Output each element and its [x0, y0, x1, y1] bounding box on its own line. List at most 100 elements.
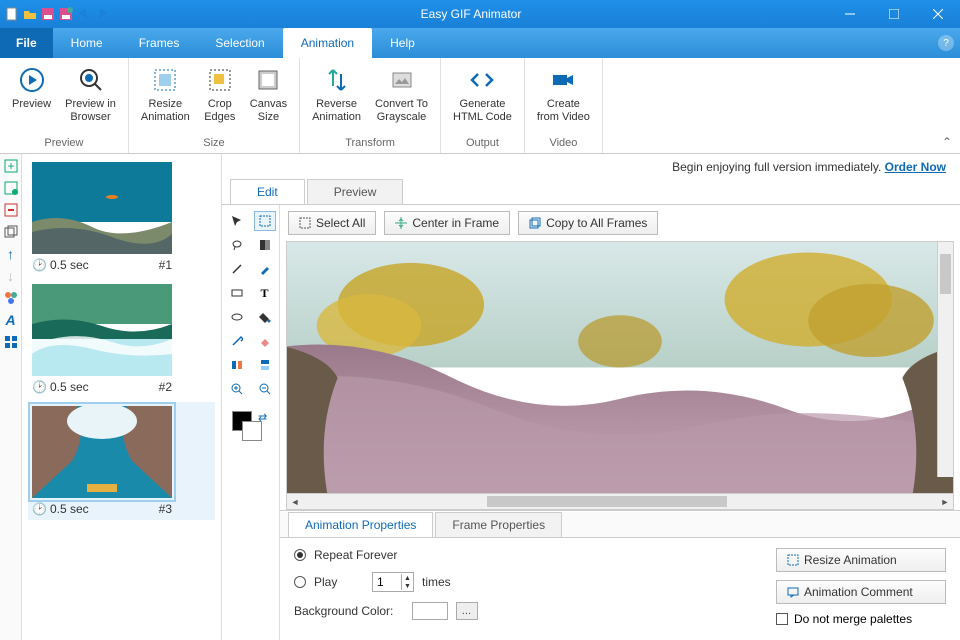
pointer-tool-icon[interactable] [226, 211, 248, 231]
crop-edges-button[interactable]: Crop Edges [200, 62, 240, 135]
new-icon[interactable] [4, 6, 20, 22]
tab-help[interactable]: Help [372, 28, 433, 58]
bg-color-swatch[interactable] [412, 602, 448, 620]
lasso-tool-icon[interactable] [226, 235, 248, 255]
text-tool-icon[interactable]: T [254, 283, 276, 303]
tool-palette: T ⇄ [222, 205, 280, 640]
grayscale-button[interactable]: Convert To Grayscale [371, 62, 432, 135]
text-icon[interactable]: A [3, 312, 19, 328]
tab-selection[interactable]: Selection [197, 28, 282, 58]
collapse-ribbon-icon[interactable]: ⌃ [942, 135, 952, 149]
eyedropper-tool-icon[interactable] [226, 331, 248, 351]
minimize-button[interactable] [828, 0, 872, 28]
main-area: + ↑ ↓ A 🕑0.5 sec#1 🕑0.5 sec#2 🕑0.5 sec#3… [0, 154, 960, 640]
maximize-button[interactable] [872, 0, 916, 28]
scroll-right-icon[interactable]: ► [937, 494, 953, 509]
add-frame-icon[interactable] [3, 180, 19, 196]
zoom-out-icon[interactable] [254, 379, 276, 399]
window-title: Easy GIF Animator [114, 7, 828, 21]
play-icon [16, 64, 48, 96]
magnify-globe-icon [75, 64, 107, 96]
grid-icon[interactable] [3, 334, 19, 350]
canvas-icon [252, 64, 284, 96]
titlebar: Easy GIF Animator [0, 0, 960, 28]
order-now-link[interactable]: Order Now [885, 160, 946, 174]
svg-text:+: + [7, 159, 14, 173]
copy-all-frames-button[interactable]: Copy to All Frames [518, 211, 658, 235]
line-tool-icon[interactable] [226, 259, 248, 279]
video-icon [547, 64, 579, 96]
redo-icon[interactable] [94, 6, 110, 22]
preview-browser-button[interactable]: Preview in Browser [61, 62, 120, 135]
background-swatch[interactable] [242, 421, 262, 441]
scroll-left-icon[interactable]: ◄ [287, 494, 303, 509]
tab-frames[interactable]: Frames [121, 28, 198, 58]
undo-icon[interactable] [76, 6, 92, 22]
resize-animation-side-button[interactable]: Resize Animation [776, 548, 946, 572]
flip-h-icon[interactable] [226, 355, 248, 375]
ribbon-tabs: File Home Frames Selection Animation Hel… [0, 28, 960, 58]
eraser-tool-icon[interactable] [254, 331, 276, 351]
reverse-icon [321, 64, 353, 96]
horizontal-scrollbar[interactable]: ◄ ► [286, 494, 954, 510]
insert-frame-icon[interactable]: + [3, 158, 19, 174]
spin-down-icon[interactable]: ▼ [401, 582, 413, 590]
resize-icon [149, 64, 181, 96]
close-button[interactable] [916, 0, 960, 28]
tab-file[interactable]: File [0, 28, 53, 58]
effects-icon[interactable] [3, 290, 19, 306]
repeat-forever-radio[interactable] [294, 549, 306, 561]
marquee-tool-icon[interactable] [254, 211, 276, 231]
tab-frame-properties[interactable]: Frame Properties [435, 512, 562, 537]
ellipse-tool-icon[interactable] [226, 307, 248, 327]
frames-panel: 🕑0.5 sec#1 🕑0.5 sec#2 🕑0.5 sec#3 [22, 154, 222, 640]
properties-panel: Animation Properties Frame Properties Re… [280, 510, 960, 640]
move-up-icon[interactable]: ↑ [3, 246, 19, 262]
rect-tool-icon[interactable] [226, 283, 248, 303]
editor-tabs: Edit Preview [222, 179, 960, 205]
quick-access-toolbar [0, 6, 114, 22]
wand-tool-icon[interactable] [254, 235, 276, 255]
center-frame-button[interactable]: Center in Frame [384, 211, 510, 235]
brush-tool-icon[interactable] [254, 259, 276, 279]
canvas[interactable] [286, 241, 954, 494]
clock-icon: 🕑 [32, 380, 47, 394]
fill-tool-icon[interactable] [254, 307, 276, 327]
html-icon [466, 64, 498, 96]
swap-colors-icon[interactable]: ⇄ [258, 411, 267, 424]
clock-icon: 🕑 [32, 258, 47, 272]
frame-thumb[interactable]: 🕑0.5 sec#3 [28, 402, 215, 520]
tab-home[interactable]: Home [53, 28, 121, 58]
open-icon[interactable] [22, 6, 38, 22]
tab-edit[interactable]: Edit [230, 179, 305, 204]
editor-area: Begin enjoying full version immediately.… [222, 154, 960, 640]
tab-animation-properties[interactable]: Animation Properties [288, 512, 433, 537]
animation-comment-button[interactable]: Animation Comment [776, 580, 946, 604]
play-count-spinner[interactable]: ▲▼ [372, 572, 414, 592]
vertical-scrollbar[interactable] [937, 242, 953, 477]
frame-thumb[interactable]: 🕑0.5 sec#2 [32, 284, 211, 394]
tab-animation[interactable]: Animation [283, 28, 372, 58]
canvas-actions: Select All Center in Frame Copy to All F… [280, 205, 960, 241]
save-icon[interactable] [40, 6, 56, 22]
delete-frame-icon[interactable] [3, 202, 19, 218]
frame-thumb[interactable]: 🕑0.5 sec#1 [32, 162, 211, 272]
play-times-radio[interactable] [294, 576, 306, 588]
spin-up-icon[interactable]: ▲ [401, 574, 413, 582]
bg-color-picker-button[interactable]: … [456, 602, 478, 620]
resize-animation-button[interactable]: Resize Animation [137, 62, 194, 135]
preview-button[interactable]: Preview [8, 62, 55, 135]
zoom-in-icon[interactable] [226, 379, 248, 399]
duplicate-frame-icon[interactable] [3, 224, 19, 240]
move-down-icon: ↓ [3, 268, 19, 284]
help-icon[interactable]: ? [938, 35, 954, 51]
canvas-size-button[interactable]: Canvas Size [246, 62, 291, 135]
save-as-icon[interactable] [58, 6, 74, 22]
flip-v-icon[interactable] [254, 355, 276, 375]
select-all-button[interactable]: Select All [288, 211, 376, 235]
tab-preview[interactable]: Preview [307, 179, 404, 204]
reverse-animation-button[interactable]: Reverse Animation [308, 62, 365, 135]
no-merge-checkbox[interactable]: Do not merge palettes [776, 612, 946, 626]
generate-html-button[interactable]: Generate HTML Code [449, 62, 516, 135]
create-from-video-button[interactable]: Create from Video [533, 62, 594, 135]
